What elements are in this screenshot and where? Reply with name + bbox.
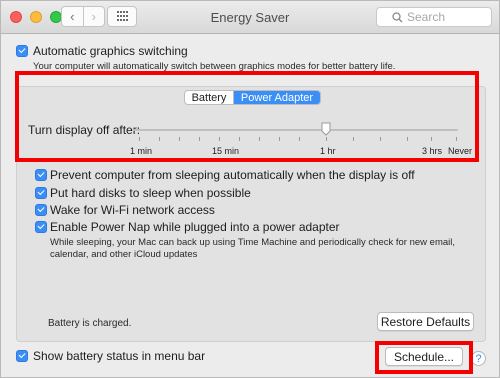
wake-wifi-label: Wake for Wi-Fi network access: [50, 203, 215, 217]
battery-status-text: Battery is charged.: [48, 318, 132, 329]
prevent-sleep-label: Prevent computer from sleeping automatic…: [50, 168, 415, 182]
highlight-box-schedule: [375, 341, 473, 374]
wake-wifi-checkbox[interactable]: [35, 204, 47, 216]
graphics-switching-checkbox[interactable]: [16, 45, 28, 57]
hard-disk-sleep-label: Put hard disks to sleep when possible: [50, 186, 251, 200]
highlight-box-display-settings: [15, 71, 479, 162]
restore-defaults-button[interactable]: Restore Defaults: [377, 312, 474, 331]
search-placeholder: Search: [407, 10, 446, 24]
energy-saver-window: ‹ › Energy Saver Search Automatic graphi…: [0, 0, 500, 378]
power-nap-label: Enable Power Nap while plugged into a po…: [50, 220, 340, 234]
power-nap-description-line-2: calendar, and other iCloud updates: [50, 249, 198, 260]
power-nap-checkbox[interactable]: [35, 221, 47, 233]
search-icon: [392, 12, 403, 23]
title-bar: ‹ › Energy Saver Search: [1, 1, 499, 34]
help-button[interactable]: ?: [471, 351, 486, 366]
graphics-switching-label: Automatic graphics switching: [33, 44, 188, 58]
power-nap-description-line-1: While sleeping, your Mac can back up usi…: [50, 237, 456, 248]
search-field[interactable]: Search: [376, 7, 492, 27]
show-battery-status-checkbox[interactable]: [16, 350, 28, 362]
prevent-sleep-checkbox[interactable]: [35, 169, 47, 181]
hard-disk-sleep-checkbox[interactable]: [35, 187, 47, 199]
show-battery-status-label: Show battery status in menu bar: [33, 349, 206, 363]
